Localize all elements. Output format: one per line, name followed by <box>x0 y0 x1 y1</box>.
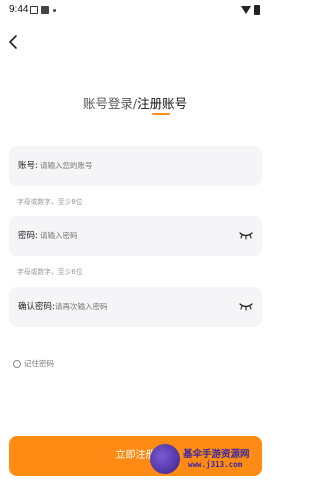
remember-password-toggle[interactable]: 记住密码 <box>13 358 54 369</box>
remember-radio[interactable] <box>13 359 21 368</box>
active-tab-indicator <box>152 113 170 115</box>
status-time: 9:44 <box>9 4 29 15</box>
back-arrow-icon <box>9 35 17 49</box>
battery-icon <box>254 5 260 15</box>
eye-closed-icon[interactable] <box>239 230 253 240</box>
watermark-logo-icon <box>150 444 180 474</box>
tab-register[interactable]: 注册账号 <box>137 93 187 112</box>
confirm-password-label: 确认密码: <box>18 302 55 312</box>
watermark: 基伞手游资源网 www.j313.com <box>150 443 268 475</box>
remember-label: 记住密码 <box>24 359 54 368</box>
confirm-password-input[interactable] <box>55 299 205 313</box>
wifi-icon <box>241 6 251 14</box>
status-bar: 9:44 <box>0 0 270 22</box>
gallery-icon <box>41 6 49 14</box>
password-label: 密码: <box>18 231 38 241</box>
notification-icon <box>30 6 38 14</box>
account-field[interactable]: 账号: <box>9 146 262 186</box>
account-label: 账号: <box>18 161 38 171</box>
account-input[interactable] <box>40 158 190 172</box>
tab-login[interactable]: 账号登录 <box>83 93 133 112</box>
confirm-password-field[interactable]: 确认密码: <box>9 287 262 327</box>
watermark-url: www.j313.com <box>188 460 243 469</box>
auth-tabs: 账号登录/注册账号 <box>0 93 270 112</box>
account-hint: 字母或数字，至少8位 <box>17 198 83 206</box>
watermark-title: 基伞手游资源网 <box>183 449 250 460</box>
eye-closed-icon[interactable] <box>239 301 253 311</box>
dot-icon <box>53 9 56 12</box>
password-hint: 字母或数字，至少6位 <box>17 268 83 276</box>
back-button[interactable] <box>6 34 22 50</box>
password-field[interactable]: 密码: <box>9 216 262 256</box>
register-screen: 9:44 账号登录/注册账号 账号: 字母或数字，至少8位 密码: 字母或数字，… <box>0 0 270 480</box>
password-input[interactable] <box>40 228 190 242</box>
